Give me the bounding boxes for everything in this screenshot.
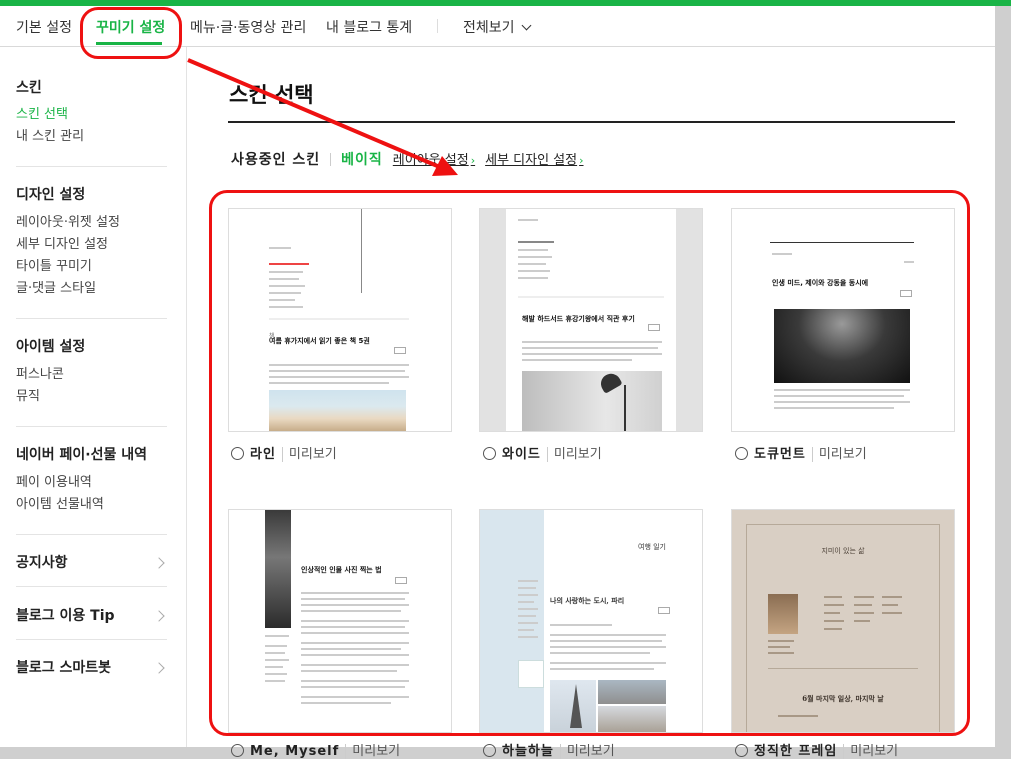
annotation-arrow	[187, 58, 458, 176]
arrow-line	[187, 58, 443, 170]
